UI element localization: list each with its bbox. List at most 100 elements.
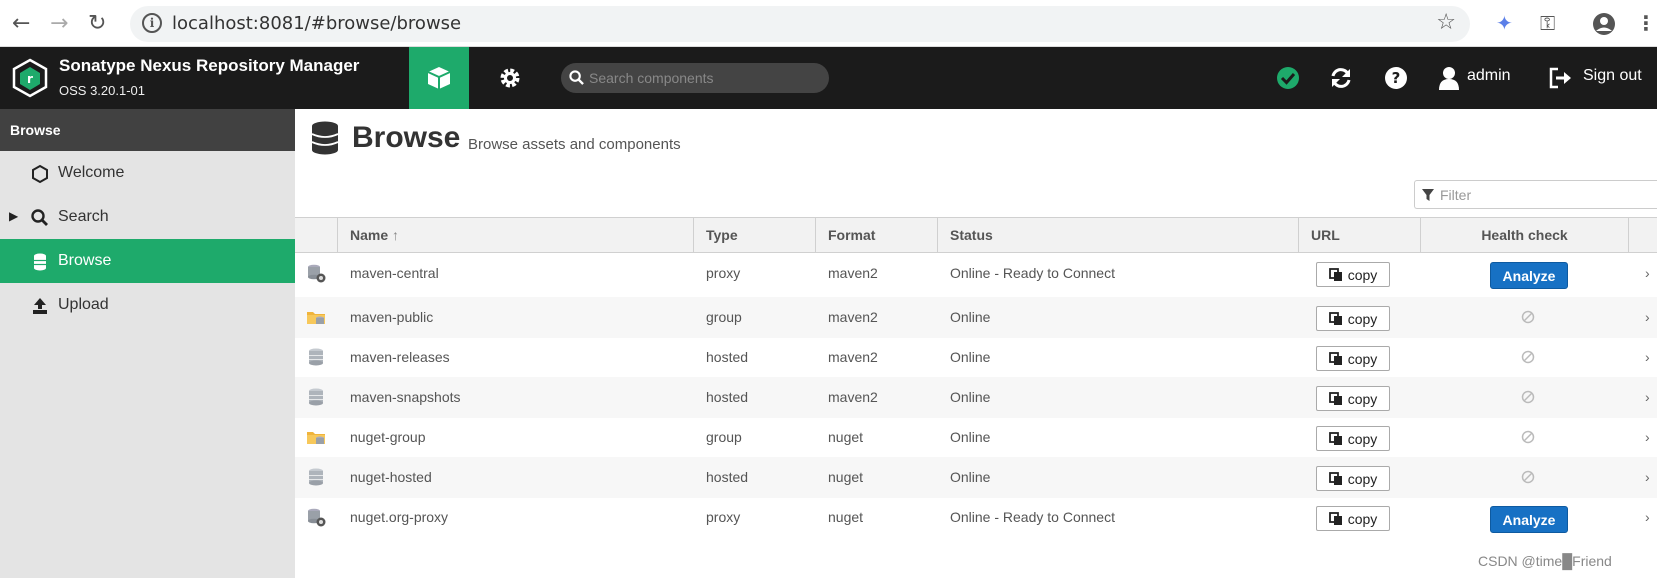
- menu-icon[interactable]: ⋮: [1636, 11, 1656, 35]
- browser-toolbar: ← → ↻ i localhost:8081/#browse/browse ☆ …: [0, 0, 1657, 47]
- analyze-button[interactable]: Analyze: [1490, 262, 1568, 289]
- extension-icon[interactable]: ✦: [1496, 11, 1513, 35]
- help-icon[interactable]: ?: [1381, 63, 1411, 93]
- column-header-format[interactable]: Format: [816, 218, 938, 252]
- column-header-status[interactable]: Status: [938, 218, 1299, 252]
- search-icon: [569, 70, 584, 85]
- admin-mode-button[interactable]: [480, 47, 540, 109]
- filter-icon: [1422, 189, 1434, 201]
- repo-group-icon: [306, 427, 326, 450]
- copy-icon: [1328, 267, 1342, 281]
- back-icon[interactable]: ←: [12, 12, 30, 36]
- chevron-right-icon[interactable]: ›: [1645, 265, 1650, 281]
- copy-url-button[interactable]: copy: [1316, 466, 1390, 491]
- column-header-label: Status: [950, 227, 993, 243]
- repo-hosted-icon: [306, 387, 326, 410]
- column-header-name[interactable]: Name ↑: [338, 218, 694, 252]
- expand-arrow-icon[interactable]: ▶: [9, 209, 18, 223]
- repo-name: maven-public: [350, 309, 434, 325]
- chevron-right-icon[interactable]: ›: [1645, 389, 1650, 405]
- refresh-icon[interactable]: [1326, 63, 1356, 93]
- key-icon[interactable]: ⚿: [1540, 11, 1555, 35]
- column-header-type[interactable]: Type: [694, 218, 816, 252]
- search-box[interactable]: [561, 63, 829, 93]
- browse-mode-button[interactable]: [409, 47, 469, 109]
- repo-status: Online: [950, 389, 991, 405]
- sign-out-icon[interactable]: [1545, 63, 1575, 93]
- profile-icon[interactable]: [1592, 12, 1616, 36]
- repo-name: nuget-group: [350, 429, 426, 445]
- sidebar-item-label: Upload: [58, 296, 109, 313]
- copy-url-button[interactable]: copy: [1316, 346, 1390, 371]
- sidebar-item-search[interactable]: ▶ Search: [0, 195, 295, 239]
- copy-url-button[interactable]: copy: [1316, 506, 1390, 531]
- analyze-button[interactable]: Analyze: [1490, 506, 1568, 533]
- repo-status: Online - Ready to Connect: [950, 265, 1115, 281]
- copy-icon: [1328, 471, 1342, 485]
- copy-url-button[interactable]: copy: [1316, 426, 1390, 451]
- table-row[interactable]: maven-central proxy maven2 Online - Read…: [295, 253, 1657, 294]
- database-icon: [311, 121, 339, 155]
- copy-label: copy: [1347, 470, 1378, 487]
- repo-name: maven-snapshots: [350, 389, 461, 405]
- chevron-right-icon[interactable]: ›: [1645, 309, 1650, 325]
- sidebar-item-browse[interactable]: Browse: [0, 239, 295, 283]
- sign-out-link[interactable]: Sign out: [1583, 67, 1642, 85]
- not-available-icon: [1521, 470, 1535, 487]
- status-ok-icon[interactable]: [1273, 63, 1303, 93]
- chevron-right-icon[interactable]: ›: [1645, 429, 1650, 445]
- gear-icon: [500, 68, 520, 88]
- repo-type: group: [706, 429, 742, 445]
- address-bar[interactable]: i localhost:8081/#browse/browse ☆: [130, 6, 1470, 42]
- sidebar-item-welcome[interactable]: Welcome: [0, 151, 295, 195]
- column-header-health[interactable]: Health check: [1421, 218, 1629, 252]
- filter-box[interactable]: [1414, 180, 1657, 209]
- svg-text:?: ?: [1392, 69, 1401, 87]
- repo-hosted-icon: [306, 467, 326, 490]
- repo-format: nuget: [828, 429, 864, 445]
- sort-asc-icon: ↑: [392, 227, 400, 243]
- app-header: r Sonatype Nexus Repository Manager OSS …: [0, 47, 1657, 109]
- user-name[interactable]: admin: [1467, 67, 1511, 85]
- user-icon[interactable]: [1434, 63, 1464, 93]
- repo-format: maven2: [828, 389, 878, 405]
- upload-icon: [33, 298, 47, 314]
- table-row[interactable]: nuget-group group nuget Online copy ›: [295, 417, 1657, 458]
- repo-type: hosted: [706, 349, 749, 365]
- url-text[interactable]: localhost:8081/#browse/browse: [172, 13, 461, 34]
- app-version: OSS 3.20.1-01: [59, 83, 145, 98]
- copy-url-button[interactable]: copy: [1316, 306, 1390, 331]
- table-row[interactable]: nuget-hosted hosted nuget Online copy ›: [295, 457, 1657, 498]
- table-row[interactable]: nuget.org-proxy proxy nuget Online - Rea…: [295, 497, 1657, 538]
- repo-status: Online: [950, 349, 991, 365]
- repo-name: maven-central: [350, 265, 439, 281]
- repo-format: nuget: [828, 469, 864, 485]
- sidebar-item-upload[interactable]: Upload: [0, 283, 295, 327]
- table-row[interactable]: maven-public group maven2 Online copy ›: [295, 297, 1657, 338]
- chevron-right-icon[interactable]: ›: [1645, 509, 1650, 525]
- not-available-icon: [1521, 430, 1535, 447]
- info-icon[interactable]: i: [142, 13, 162, 33]
- chevron-right-icon[interactable]: ›: [1645, 349, 1650, 365]
- repo-type: proxy: [706, 265, 741, 281]
- table-row[interactable]: maven-snapshots hosted maven2 Online cop…: [295, 377, 1657, 418]
- reload-icon[interactable]: ↻: [88, 12, 106, 36]
- search-input[interactable]: [589, 67, 819, 89]
- filter-input[interactable]: [1440, 185, 1640, 205]
- bookmark-star-icon[interactable]: ☆: [1436, 10, 1456, 35]
- database-icon: [34, 253, 46, 271]
- chevron-right-icon[interactable]: ›: [1645, 469, 1650, 485]
- column-header-url[interactable]: URL: [1299, 218, 1421, 252]
- copy-label: copy: [1347, 430, 1378, 447]
- column-header-label: Name: [350, 227, 389, 243]
- copy-icon: [1328, 311, 1342, 325]
- repo-status: Online: [950, 429, 991, 445]
- copy-url-button[interactable]: copy: [1316, 262, 1390, 287]
- copy-url-button[interactable]: copy: [1316, 386, 1390, 411]
- table-row[interactable]: maven-releases hosted maven2 Online copy…: [295, 337, 1657, 378]
- sidebar-item-label: Search: [58, 208, 109, 225]
- repo-group-icon: [306, 307, 326, 330]
- repo-status: Online - Ready to Connect: [950, 509, 1115, 525]
- forward-icon[interactable]: →: [50, 12, 68, 36]
- repo-proxy-icon: [306, 263, 326, 286]
